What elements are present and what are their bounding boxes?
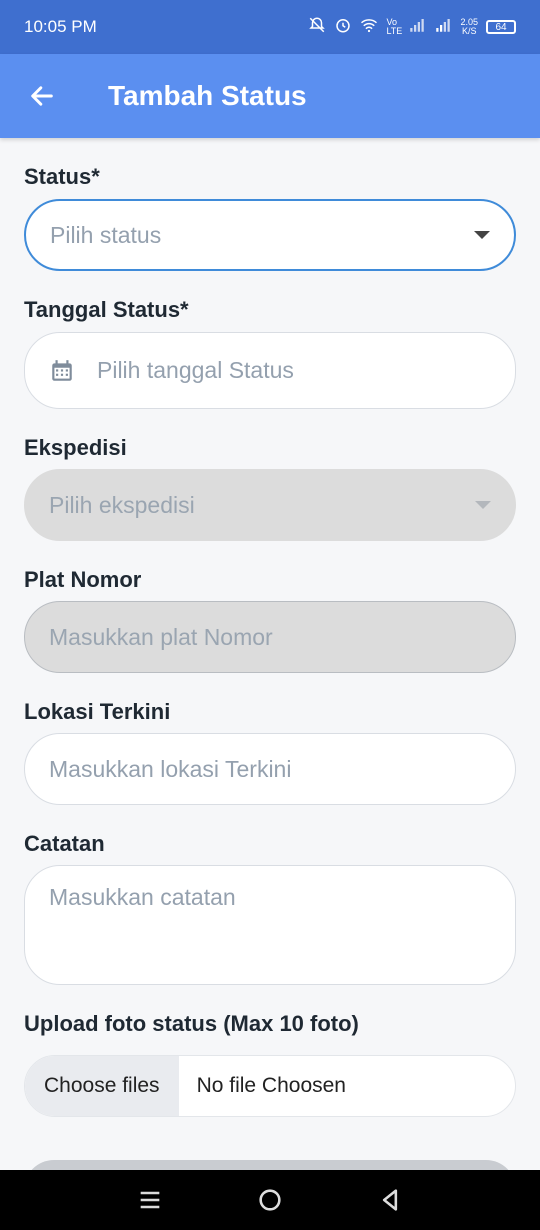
arrow-left-icon	[31, 86, 53, 106]
wifi-icon	[360, 16, 378, 39]
lokasi-terkini-placeholder: Masukkan lokasi Terkini	[49, 755, 292, 782]
status-placeholder: Pilih status	[50, 221, 162, 248]
status-label: Status*	[24, 164, 100, 189]
signal-icon	[434, 16, 452, 39]
system-status-bar: 10:05 PM Vo LTE 2.05 K/S 64	[0, 0, 540, 54]
status-icons: Vo LTE 2.05 K/S 64	[308, 16, 516, 39]
plat-nomor-label: Plat Nomor	[24, 567, 142, 592]
chevron-down-icon	[474, 231, 490, 239]
file-status-text: No file Choosen	[196, 1074, 346, 1097]
network-speed-unit: K/S	[461, 26, 477, 36]
page-title: Tambah Status	[108, 80, 307, 111]
battery-icon: 64	[486, 20, 516, 34]
ekspedisi-label: Ekspedisi	[24, 435, 127, 460]
lokasi-terkini-label: Lokasi Terkini	[24, 699, 171, 724]
upload-foto-label: Upload foto status (Max 10 foto)	[24, 1011, 359, 1036]
chevron-down-icon	[475, 501, 491, 509]
signal-icon	[408, 16, 426, 39]
tanggal-status-input[interactable]: Pilih tanggal Status	[24, 332, 516, 409]
home-icon[interactable]	[256, 1186, 284, 1214]
battery-level: 64	[495, 21, 507, 33]
calendar-icon	[52, 359, 72, 381]
network-speed: 2.05 K/S	[460, 18, 478, 36]
clock: 10:05 PM	[24, 17, 97, 36]
catatan-label: Catatan	[24, 831, 105, 856]
back-triangle-icon[interactable]	[376, 1186, 404, 1214]
ekspedisi-placeholder: Pilih ekspedisi	[49, 491, 195, 518]
back-button[interactable]	[0, 54, 84, 138]
catatan-textarea[interactable]: Masukkan catatan	[24, 865, 516, 985]
catatan-placeholder: Masukkan catatan	[49, 884, 236, 910]
alarm-icon	[334, 16, 352, 39]
lokasi-terkini-input[interactable]: Masukkan lokasi Terkini	[24, 733, 516, 805]
system-nav-bar	[0, 1170, 540, 1230]
app-bar: Tambah Status	[0, 54, 540, 138]
ekspedisi-select[interactable]: Pilih ekspedisi	[24, 469, 516, 541]
plat-nomor-input[interactable]: Masukkan plat Nomor	[24, 601, 516, 673]
tanggal-status-placeholder: Pilih tanggal Status	[97, 357, 294, 383]
add-status-form: Status* Pilih status Tanggal Status* Pil…	[24, 138, 516, 1117]
mute-icon	[308, 16, 326, 39]
volte-label: Vo LTE	[386, 17, 403, 36]
menu-icon[interactable]	[136, 1186, 164, 1214]
tanggal-status-label: Tanggal Status*	[24, 297, 189, 322]
plat-nomor-placeholder: Masukkan plat Nomor	[49, 623, 273, 650]
file-upload-input[interactable]: Choose files No file Choosen	[24, 1055, 516, 1117]
choose-files-button[interactable]: Choose files	[25, 1056, 179, 1116]
status-select[interactable]: Pilih status	[24, 199, 516, 271]
